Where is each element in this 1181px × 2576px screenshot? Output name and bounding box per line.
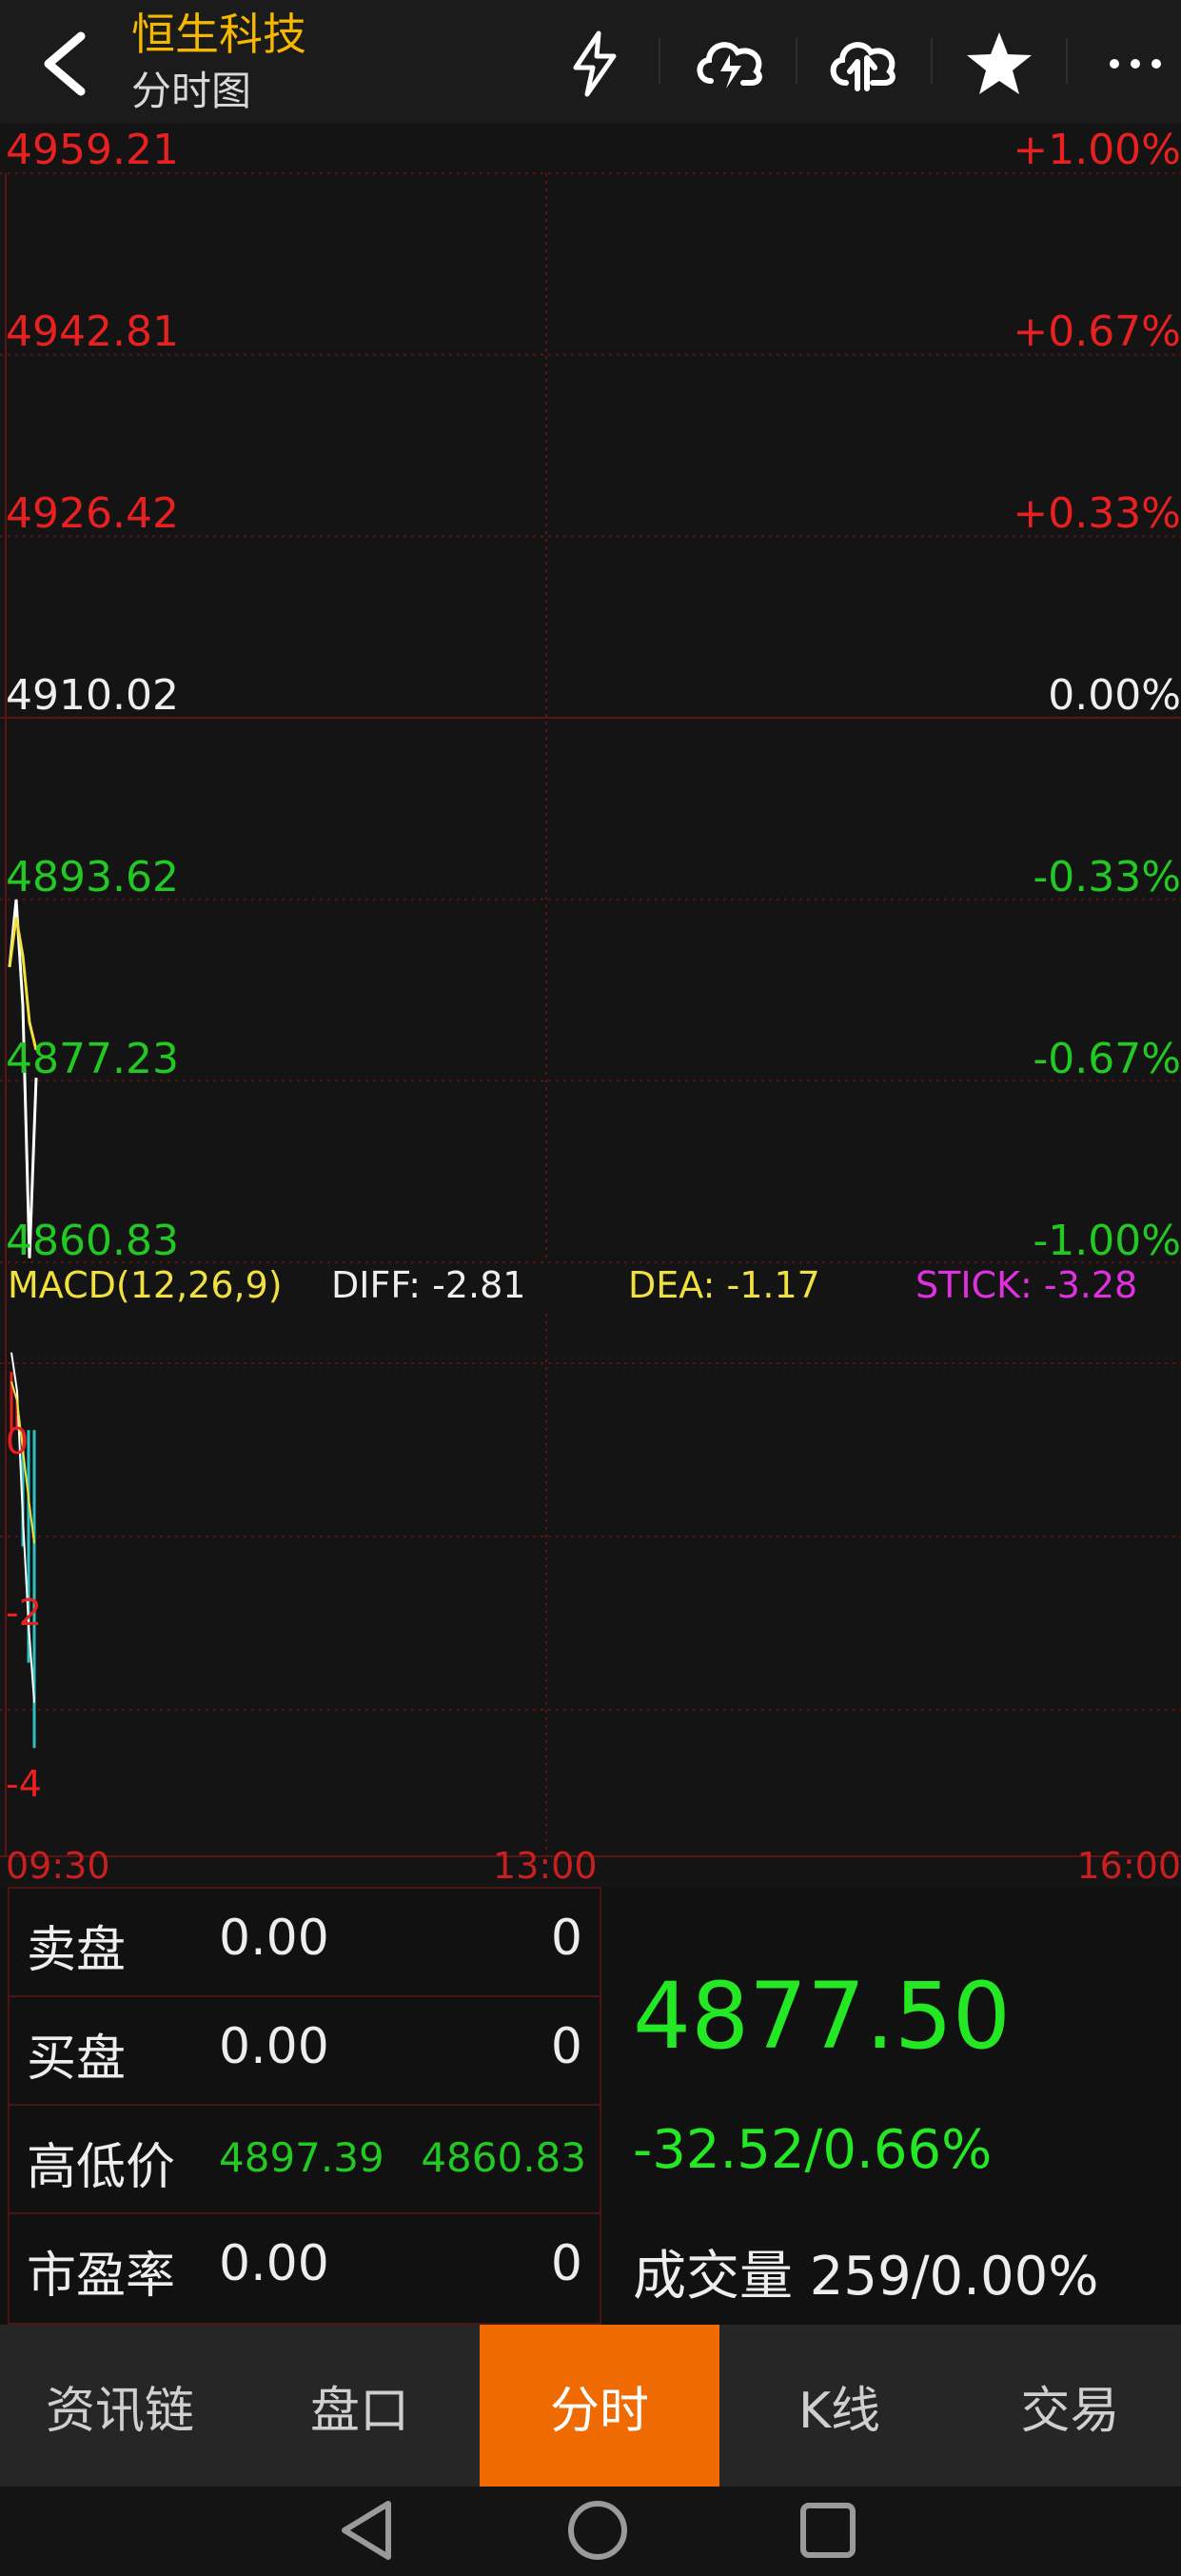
macd-stick: STICK: -3.28 bbox=[915, 1264, 1138, 1306]
row-value: 0.00 bbox=[219, 1910, 329, 1967]
tab-order-book[interactable]: 盘口 bbox=[240, 2325, 480, 2487]
tab-intraday[interactable]: 分时 bbox=[480, 2325, 719, 2487]
cloud-upload-icon bbox=[830, 42, 896, 91]
cloud-download-button[interactable] bbox=[687, 21, 773, 107]
percent-label: -0.33% bbox=[1033, 853, 1181, 902]
table-row: 卖盘 0.00 0 bbox=[8, 1887, 601, 1997]
header-divider bbox=[931, 38, 933, 84]
percent-label: +0.67% bbox=[1013, 307, 1181, 356]
row-label: 市盈率 bbox=[27, 2248, 176, 2305]
percent-label: -1.00% bbox=[1033, 1217, 1181, 1265]
intraday-chart[interactable]: 4959.21 4942.81 4926.42 4910.02 4893.62 … bbox=[0, 124, 1181, 1887]
time-label: 16:00 bbox=[1076, 1845, 1181, 1887]
price-label: 4893.62 bbox=[6, 853, 179, 902]
nav-back-icon[interactable] bbox=[342, 2501, 391, 2560]
favorite-button[interactable] bbox=[956, 21, 1042, 107]
percent-label: 0.00% bbox=[1048, 671, 1181, 720]
row-value: 0 bbox=[550, 2018, 582, 2075]
header-divider bbox=[659, 38, 660, 84]
price-label: 4942.81 bbox=[6, 307, 179, 356]
app-header: 恒生科技 分时图 bbox=[0, 0, 1181, 124]
bottom-tab-bar: 资讯链 盘口 分时 K线 交易 bbox=[0, 2325, 1181, 2487]
price-label: 4926.42 bbox=[6, 489, 179, 538]
last-price: 4877.50 bbox=[633, 1963, 1011, 2070]
row-label: 高低价 bbox=[27, 2139, 176, 2196]
back-button[interactable] bbox=[21, 21, 107, 107]
macd-diff: DIFF: -2.81 bbox=[331, 1264, 526, 1306]
star-icon bbox=[967, 32, 1032, 94]
macd-axis-label: -4 bbox=[6, 1763, 42, 1805]
back-arrow-icon bbox=[44, 31, 86, 96]
percent-label: -0.67% bbox=[1033, 1035, 1181, 1083]
row-label: 买盘 bbox=[27, 2031, 127, 2088]
time-label: 09:30 bbox=[6, 1845, 110, 1887]
price-label: 4860.83 bbox=[6, 1217, 179, 1265]
macd-axis-label: -2 bbox=[6, 1592, 42, 1634]
tab-news-chain[interactable]: 资讯链 bbox=[0, 2325, 240, 2487]
nav-recents-icon[interactable] bbox=[800, 2503, 856, 2558]
table-row: 买盘 0.00 0 bbox=[8, 1995, 601, 2106]
table-row: 市盈率 0.00 0 bbox=[8, 2212, 601, 2325]
price-change: -32.52/0.66% bbox=[633, 2119, 993, 2181]
cloud-upload-button[interactable] bbox=[820, 21, 906, 107]
price-label: 4910.02 bbox=[6, 671, 179, 720]
header-divider bbox=[1066, 38, 1068, 84]
more-icon bbox=[1110, 59, 1161, 69]
table-row: 高低价 4897.39 4860.83 bbox=[8, 2104, 601, 2214]
percent-label: +1.00% bbox=[1013, 126, 1181, 174]
price-label: 4959.21 bbox=[6, 126, 179, 174]
macd-diff-line bbox=[10, 1352, 35, 1703]
header-divider bbox=[796, 38, 797, 84]
macd-dea: DEA: -1.17 bbox=[628, 1264, 820, 1306]
row-value: 0 bbox=[550, 2235, 582, 2292]
price-label: 4877.23 bbox=[6, 1035, 179, 1083]
chart-canvas bbox=[0, 172, 1181, 1857]
tab-kline[interactable]: K线 bbox=[719, 2325, 959, 2487]
page-subtitle: 分时图 bbox=[131, 68, 252, 114]
row-value: 0 bbox=[550, 1910, 582, 1967]
row-label: 卖盘 bbox=[27, 1922, 127, 1979]
more-button[interactable] bbox=[1092, 21, 1178, 107]
quote-info-panel: 卖盘 0.00 0 买盘 0.00 0 高低价 4897.39 4860.83 … bbox=[0, 1887, 1181, 2325]
time-label: 13:00 bbox=[493, 1845, 598, 1887]
page-title: 恒生科技 bbox=[131, 9, 306, 60]
row-value: 0.00 bbox=[219, 2018, 329, 2075]
low-price: 4860.83 bbox=[421, 2134, 586, 2181]
high-price: 4897.39 bbox=[219, 2134, 384, 2181]
volume: 成交量 259/0.00% bbox=[633, 2246, 1099, 2308]
system-nav-bar bbox=[0, 2487, 1181, 2576]
percent-label: +0.33% bbox=[1013, 489, 1181, 538]
macd-axis-label: 0 bbox=[6, 1420, 30, 1462]
nav-home-icon[interactable] bbox=[568, 2501, 627, 2560]
tab-trade[interactable]: 交易 bbox=[959, 2325, 1181, 2487]
flash-button[interactable] bbox=[552, 21, 638, 107]
macd-title: MACD(12,26,9) bbox=[8, 1264, 283, 1306]
row-value: 0.00 bbox=[219, 2235, 329, 2292]
cloud-download-icon bbox=[697, 42, 762, 89]
lightning-icon bbox=[573, 30, 617, 97]
